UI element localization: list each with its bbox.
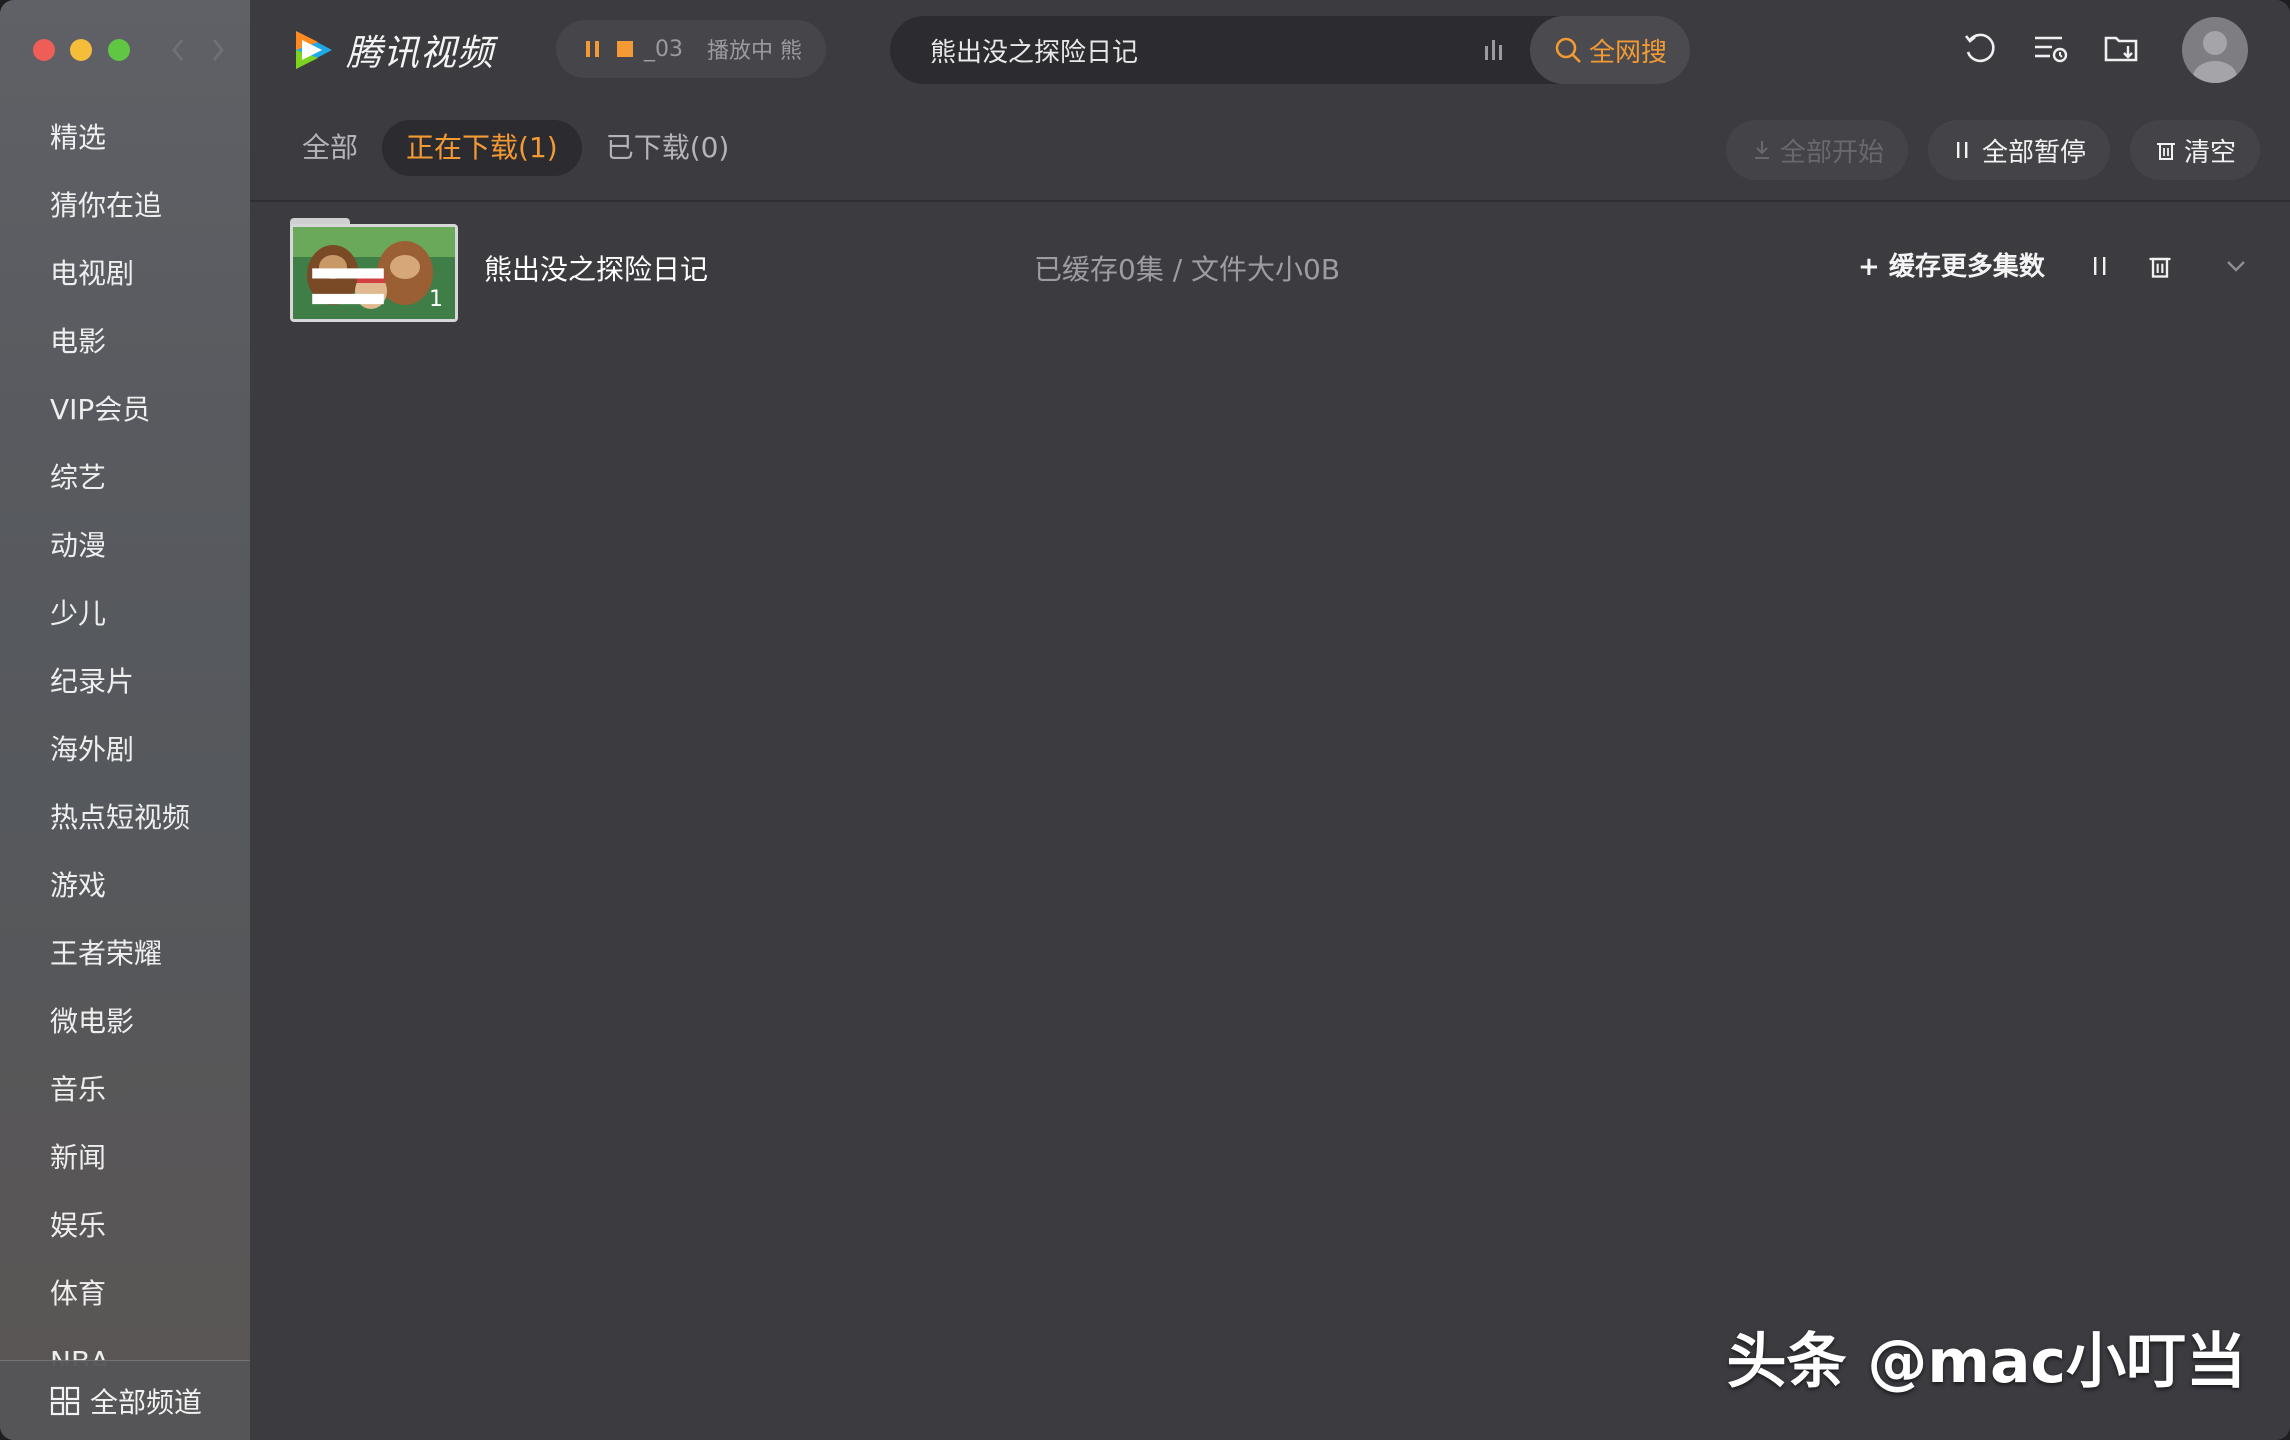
watch-later-list-icon[interactable]	[2030, 28, 2070, 68]
sidebar-item[interactable]: 微电影	[0, 988, 250, 1056]
minimize-window-button[interactable]	[70, 39, 92, 61]
clear-label: 清空	[2183, 137, 2236, 168]
audio-levels-icon[interactable]	[1480, 36, 1508, 64]
sidebar-item[interactable]: 王者荣耀	[0, 920, 250, 988]
sidebar-item[interactable]: 体育	[0, 1260, 250, 1328]
episode-count: 1	[429, 286, 443, 312]
sidebar-item[interactable]: 电视剧	[0, 240, 250, 308]
sidebar-item[interactable]: 热点短视频	[0, 784, 250, 852]
tencent-video-logo-icon	[288, 25, 338, 75]
all-channels-label: 全部频道	[90, 1385, 203, 1419]
sidebar-item[interactable]: 综艺	[0, 444, 250, 512]
back-arrow-icon[interactable]	[166, 30, 190, 70]
tab-0[interactable]: 全部	[278, 120, 382, 176]
sidebar-item[interactable]: 动漫	[0, 512, 250, 580]
app-window: 精选 猜你在追 电视剧 电影 VIP会员 综艺 动漫 少儿 纪录片 海外剧 热点短视频 游戏 王者荣耀微…	[0, 0, 2290, 1440]
chevron-down-icon[interactable]	[2222, 254, 2250, 278]
sidebar-item[interactable]: 少儿	[0, 580, 250, 648]
header-divider	[250, 200, 2290, 202]
stop-icon[interactable]	[616, 40, 634, 58]
zoom-window-button[interactable]	[108, 39, 130, 61]
sidebar-item[interactable]: 游戏	[0, 852, 250, 920]
user-avatar[interactable]	[2182, 17, 2248, 83]
now-playing-status: 播放中 熊	[707, 39, 802, 64]
sidebar: 精选 猜你在追 电视剧 电影 VIP会员 综艺 动漫 少儿 纪录片 海外剧 热点短视频 游戏 王者荣耀微…	[0, 0, 250, 1440]
download-actions: 全部开始 全部暂停 清空	[1725, 120, 2260, 180]
search-button-label: 全网搜	[1588, 37, 1667, 68]
sidebar-item[interactable]: 精选	[0, 104, 250, 172]
start-all-button[interactable]: 全部开始	[1725, 120, 1908, 180]
now-playing-episode: _03	[644, 36, 683, 62]
trash-icon	[2154, 138, 2178, 162]
top-bar: 腾讯视频 _03 播放中 熊 熊出没之探险日记 全网搜	[250, 0, 2290, 100]
close-window-button[interactable]	[33, 39, 55, 61]
start-all-label: 全部开始	[1779, 137, 1884, 168]
download-folder-icon[interactable]	[2102, 28, 2142, 68]
sidebar-item[interactable]: 海外剧	[0, 716, 250, 784]
pause-icon[interactable]	[584, 38, 602, 60]
mini-player[interactable]: _03 播放中 熊	[556, 20, 826, 78]
list-icon	[312, 268, 384, 305]
forward-arrow-icon[interactable]	[206, 30, 230, 70]
search-icon	[1553, 35, 1583, 65]
watermark: 头条 @mac小叮当	[1726, 1327, 2246, 1397]
delete-download-icon[interactable]	[2146, 252, 2174, 280]
grid-icon	[50, 1386, 80, 1416]
sidebar-item[interactable]: 电影	[0, 308, 250, 376]
sidebar-item[interactable]: 娱乐	[0, 1192, 250, 1260]
clear-button[interactable]: 清空	[2129, 120, 2260, 180]
download-item[interactable]: 1 熊出没之探险日记 已缓存0集 / 文件大小0B + 缓存更多集数	[250, 210, 2290, 322]
app-logo[interactable]: 腾讯视频	[288, 24, 494, 76]
tab-2[interactable]: 已下载(0)	[582, 120, 754, 176]
sidebar-nav: 精选 猜你在追 电视剧 电影 VIP会员 综艺 动漫 少儿 纪录片 海外剧 热点短视频 游戏 王者荣耀微…	[0, 104, 250, 1366]
cache-more-episodes-button[interactable]: + 缓存更多集数	[1858, 246, 2045, 283]
all-channels-button[interactable]: 全部频道	[0, 1360, 250, 1440]
download-status: 已缓存0集 / 文件大小0B	[1034, 253, 1341, 286]
episode-count-badge: 1	[293, 268, 449, 313]
pause-all-label: 全部暂停	[1981, 137, 2086, 168]
app-name: 腾讯视频	[346, 33, 495, 74]
sidebar-item[interactable]: 新闻	[0, 1124, 250, 1192]
search-input[interactable]	[930, 16, 1450, 84]
download-tabs: 全部 正在下载(1) 已下载(0)	[278, 120, 753, 176]
video-thumbnail[interactable]: 1	[290, 224, 458, 322]
search-all-button[interactable]: 全网搜	[1530, 16, 1690, 84]
download-title: 熊出没之探险日记	[484, 253, 709, 286]
sidebar-item[interactable]: 猜你在追	[0, 172, 250, 240]
sidebar-item[interactable]: 纪录片	[0, 648, 250, 716]
download-icon	[1750, 138, 1774, 162]
history-icon[interactable]	[1960, 28, 2000, 68]
search-bar: 全网搜	[890, 16, 1690, 84]
sidebar-item[interactable]: VIP会员	[0, 376, 250, 444]
tab-1[interactable]: 正在下载(1)	[382, 120, 582, 176]
pause-all-button[interactable]: 全部暂停	[1927, 120, 2110, 180]
sidebar-item[interactable]: 音乐	[0, 1056, 250, 1124]
pause-download-icon[interactable]	[2088, 254, 2112, 278]
pause-icon	[1952, 138, 1976, 162]
main-panel: 腾讯视频 _03 播放中 熊 熊出没之探险日记 全网搜 全部 正在下载(1) 已…	[250, 0, 2290, 1440]
